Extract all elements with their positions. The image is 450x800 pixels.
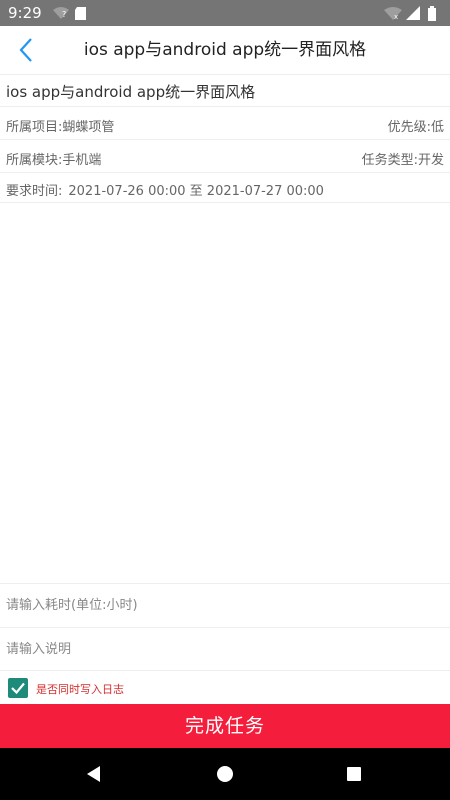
time-info: 要求时间: 2021-07-26 00:00 至 2021-07-27 00:00 [6,180,324,199]
hours-input[interactable] [0,584,450,627]
status-time: 9:29 [8,4,42,22]
hours-input-row [0,583,450,627]
battery-icon [428,6,436,21]
status-bar: 9:29 ? x [0,0,450,26]
wifi-question-icon: ? [53,7,69,19]
back-triangle-icon [87,766,100,782]
system-nav-bar [0,748,450,800]
module-label: 所属模块: [6,153,63,168]
write-log-label: 是否同时写入日志 [36,683,124,696]
time-value: 2021-07-26 00:00 至 2021-07-27 00:00 [68,184,324,199]
type-info: 任务类型:开发 [362,149,444,168]
project-value: 蝴蝶项管 [62,120,115,135]
description-input-row [0,627,450,671]
page-title: ios app与android app统一界面风格 [83,40,367,60]
type-value: 开发 [417,153,444,168]
task-project-row: 所属项目:蝴蝶项管 优先级:低 [0,107,450,140]
sd-card-icon [75,7,86,20]
nav-bar: ios app与android app统一界面风格 [0,26,450,75]
description-input[interactable] [0,628,450,671]
task-module-row: 所属模块:手机端 任务类型:开发 [0,140,450,173]
type-label: 任务类型: [361,153,418,168]
module-info: 所属模块:手机端 [6,149,101,168]
svg-text:?: ? [62,10,66,19]
priority-info: 优先级:低 [388,116,444,135]
back-button[interactable] [8,30,44,70]
priority-value: 低 [430,120,444,135]
status-left-icons: ? [52,5,92,21]
module-value: 手机端 [62,153,102,168]
check-icon [11,682,25,695]
recents-square-icon [347,767,361,781]
write-log-checkbox[interactable] [8,678,28,698]
priority-label: 优先级: [387,120,431,135]
system-recents-button[interactable] [342,762,366,786]
system-home-button[interactable] [213,762,237,786]
write-log-row: 是否同时写入日志 [0,673,450,703]
chevron-left-icon [19,38,32,62]
home-circle-icon [217,766,233,782]
content-area [0,203,450,583]
wifi-off-icon: x [384,7,402,21]
signal-icon [406,6,420,20]
time-label: 要求时间: [6,184,63,199]
task-time-row: 要求时间: 2021-07-26 00:00 至 2021-07-27 00:00 [0,173,450,203]
project-info: 所属项目:蝴蝶项管 [6,116,114,135]
project-label: 所属项目: [6,120,63,135]
status-right-icons: x [384,5,440,21]
complete-task-button[interactable]: 完成任务 [0,704,450,748]
task-name: ios app与android app统一界面风格 [6,83,256,101]
svg-text:x: x [394,13,398,21]
task-name-row: ios app与android app统一界面风格 [0,74,450,107]
system-back-button[interactable] [82,762,106,786]
